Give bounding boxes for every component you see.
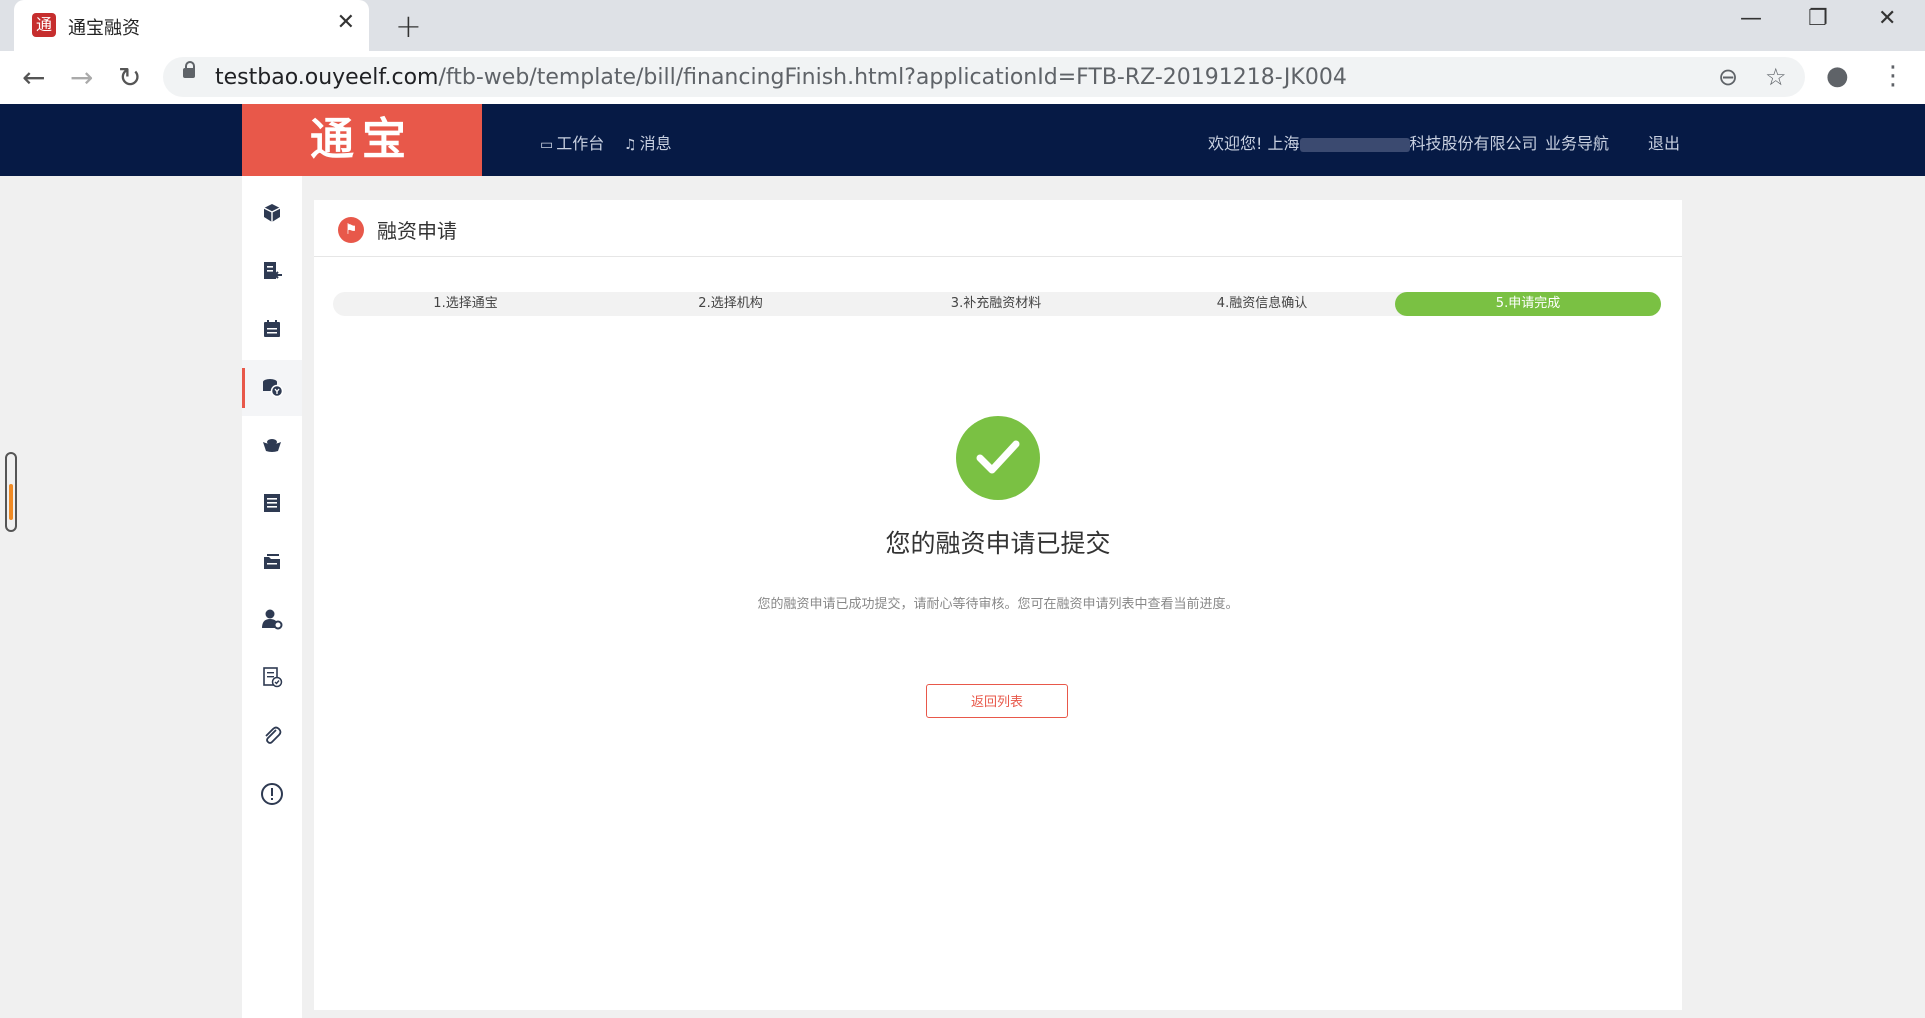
calendar-icon — [260, 318, 284, 342]
business-nav-link[interactable]: 业务导航 — [1545, 130, 1609, 154]
alert-circle-icon — [260, 782, 284, 806]
site-favicon-icon: 通 — [32, 13, 56, 37]
step-4: 4.融资信息确认 — [1216, 296, 1308, 311]
window-close-icon[interactable]: ✕ — [1878, 6, 1896, 31]
bookmark-star-icon[interactable]: ☆ — [1765, 63, 1787, 91]
logo[interactable]: 通宝 — [242, 104, 482, 176]
sidebar — [242, 176, 302, 1018]
back-to-list-button[interactable]: 返回列表 — [926, 684, 1068, 718]
nav-messages[interactable]: ♫ 消息 — [624, 130, 672, 154]
list-icon — [260, 492, 284, 516]
restore-icon[interactable]: ❐ — [1808, 6, 1828, 31]
sidebar-item-documents[interactable] — [242, 244, 302, 300]
sidebar-item-archive[interactable] — [242, 534, 302, 590]
back-icon[interactable]: ← — [22, 61, 45, 94]
success-check-icon — [956, 416, 1040, 500]
ingot-icon — [260, 434, 284, 458]
success-title: 您的融资申请已提交 — [885, 529, 1111, 558]
document-return-icon — [260, 260, 284, 284]
paperclip-icon — [260, 724, 284, 748]
welcome-text: 欢迎您! 上海 科技股份有限公司 — [1208, 134, 1538, 153]
sidebar-item-calendar[interactable] — [242, 302, 302, 358]
lock-icon — [183, 61, 195, 78]
sidebar-item-products[interactable] — [242, 186, 302, 242]
monitor-icon: ▭ — [540, 137, 554, 153]
sidebar-item-attachments[interactable] — [242, 708, 302, 764]
browser-toolbar: ← → ↻ testbao.ouyeelf.com/ftb-web/templa… — [0, 51, 1925, 105]
panel-header: ⚑ 融资申请 — [314, 200, 1682, 257]
cube-icon — [260, 202, 284, 226]
url-text[interactable]: testbao.ouyeelf.com/ftb-web/template/bil… — [215, 65, 1347, 90]
sidebar-item-records[interactable] — [242, 476, 302, 532]
profile-icon[interactable]: ● — [1826, 61, 1849, 91]
address-bar[interactable]: testbao.ouyeelf.com/ftb-web/template/bil… — [163, 57, 1805, 97]
forward-icon[interactable]: → — [70, 61, 93, 94]
tab-close-icon[interactable]: ✕ — [337, 10, 355, 35]
sidebar-item-account[interactable] — [242, 592, 302, 648]
reload-icon[interactable]: ↻ — [118, 61, 141, 94]
new-tab-icon[interactable]: + — [395, 7, 422, 45]
flag-icon: ⚑ — [338, 217, 364, 243]
step-1: 1.选择通宝 — [433, 296, 498, 311]
sidebar-item-help[interactable] — [242, 766, 302, 822]
coins-icon — [260, 376, 284, 400]
folder-stack-icon — [260, 550, 284, 574]
step-3: 3.补充融资材料 — [950, 296, 1042, 311]
browser-tab[interactable]: 通 通宝融资 ✕ — [14, 0, 369, 51]
page-scroll-handle[interactable] — [5, 452, 17, 532]
document-check-icon — [260, 666, 284, 690]
sidebar-item-assets[interactable] — [242, 418, 302, 474]
minimize-icon[interactable]: — — [1740, 6, 1762, 31]
tab-title: 通宝融资 — [68, 18, 140, 39]
site-header: 通宝 ▭ 工作台 ♫ 消息 欢迎您! 上海 科技股份有限公司 业务导航 退出 — [0, 104, 1925, 176]
page-title: 融资申请 — [377, 219, 457, 243]
zoom-icon[interactable]: ⊖ — [1718, 63, 1738, 91]
nav-workbench[interactable]: ▭ 工作台 — [540, 130, 604, 154]
user-settings-icon — [260, 608, 284, 632]
sidebar-item-approval[interactable] — [242, 650, 302, 706]
browser-tab-bar: 通 通宝融资 ✕ + — ❐ ✕ — [0, 0, 1925, 51]
step-5-current: 5.申请完成 — [1395, 292, 1661, 316]
redacted-block — [1299, 137, 1410, 152]
step-2: 2.选择机构 — [698, 296, 763, 311]
menu-kebab-icon[interactable]: ⋮ — [1880, 61, 1906, 91]
main-panel: ⚑ 融资申请 1.选择通宝 2.选择机构 3.补充融资材料 4.融资信息确认 5… — [314, 200, 1682, 1010]
logout-link[interactable]: 退出 — [1648, 130, 1680, 154]
success-description: 您的融资申请已成功提交，请耐心等待审核。您可在融资申请列表中查看当前进度。 — [757, 597, 1239, 612]
bell-icon: ♫ — [624, 137, 637, 153]
progress-steps: 1.选择通宝 2.选择机构 3.补充融资材料 4.融资信息确认 5.申请完成 — [333, 292, 1661, 316]
sidebar-item-financing[interactable] — [242, 360, 302, 416]
